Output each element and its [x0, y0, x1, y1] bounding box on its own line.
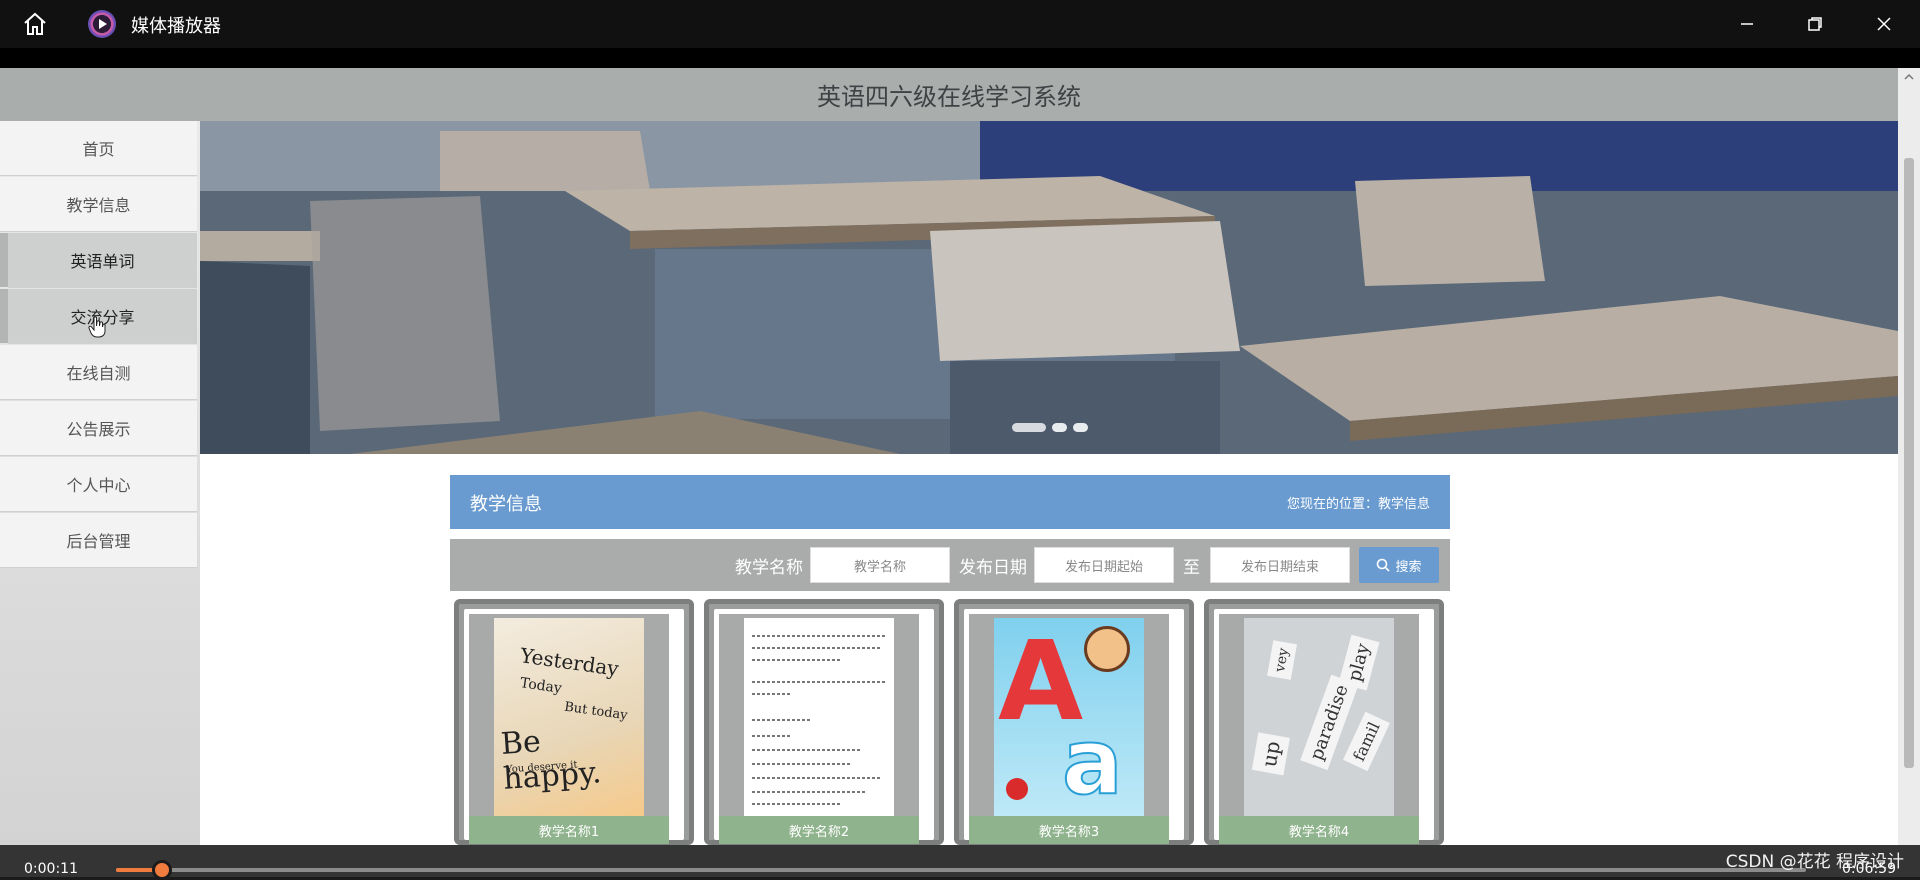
teaching-card-4[interactable]: up paradise play famil vey 教学名称4 [1204, 599, 1444, 845]
breadcrumb: 您现在的位置：教学信息 [1286, 497, 1430, 512]
player-titlebar: 媒体播放器 [0, 0, 1920, 48]
teaching-card-2[interactable]: 教学名称2 [704, 599, 944, 845]
name-search-input[interactable]: 教学名称 [810, 547, 950, 583]
classroom-desks-image [200, 121, 1898, 454]
video-frame: 英语四六级在线学习系统 首页 教学信息 英语单词 交流分享 在线自测 公告展示 … [0, 68, 1920, 845]
section-header: 教学信息 您现在的位置：教学信息 [450, 475, 1450, 529]
card-image-yesterday: Yesterday Today But today Be happy. You … [469, 614, 669, 844]
sidebar-item-personal-center[interactable]: 个人中心 [0, 457, 197, 512]
sidebar-item-self-test[interactable]: 在线自测 [0, 345, 197, 400]
search-icon [1377, 558, 1391, 572]
player-title: 媒体播放器 [131, 16, 221, 37]
to-label: 至 [1183, 558, 1200, 578]
watermark: CSDN @花花 程序设计 [1725, 852, 1904, 872]
site-header: 英语四六级在线学习系统 [0, 68, 1898, 121]
sidebar-item-english-words[interactable]: 英语单词 [0, 233, 197, 288]
card-image-alphabet: A a [969, 614, 1169, 844]
minimize-icon[interactable] [1732, 10, 1762, 38]
date-end-input[interactable]: 发布日期结束 [1210, 547, 1350, 583]
search-button-label: 搜索 [1395, 559, 1422, 575]
name-label: 教学名称 [735, 558, 803, 578]
card-label: 教学名称3 [969, 816, 1169, 844]
search-bar: 教学名称 教学名称 发布日期 发布日期起始 至 发布日期结束 搜索 [450, 539, 1450, 591]
letterbox-strip [0, 48, 1920, 68]
carousel-dot-2[interactable] [1052, 423, 1067, 432]
sidebar-item-admin[interactable]: 后台管理 [0, 513, 197, 568]
sidebar-item-teaching-info[interactable]: 教学信息 [0, 177, 197, 232]
kid-face-icon [1084, 626, 1130, 672]
card-label: 教学名称1 [469, 816, 669, 844]
section-title: 教学信息 [470, 494, 542, 515]
restore-icon[interactable] [1800, 10, 1830, 38]
hand-cursor-icon [88, 316, 106, 338]
card-image-document [719, 614, 919, 844]
apple-icon [1006, 778, 1028, 800]
current-time: 0:00:11 [24, 861, 78, 877]
progress-knob[interactable] [151, 860, 172, 880]
date-start-input[interactable]: 发布日期起始 [1034, 547, 1174, 583]
scroll-up-icon[interactable] [1904, 72, 1914, 82]
date-label: 发布日期 [959, 558, 1027, 578]
teaching-card-1[interactable]: Yesterday Today But today Be happy. You … [454, 599, 694, 845]
page-scrollbar[interactable] [1898, 68, 1920, 845]
carousel-dot-1[interactable] [1012, 423, 1046, 432]
play-icon [88, 10, 116, 38]
sidebar: 首页 教学信息 英语单词 交流分享 在线自测 公告展示 个人中心 后台管理 [0, 121, 200, 845]
card-label: 教学名称2 [719, 816, 919, 844]
card-image-word-cards: up paradise play famil vey [1219, 614, 1419, 844]
document-lines-image [752, 635, 886, 805]
main-content: 教学信息 您现在的位置：教学信息 教学名称 教学名称 发布日期 发布日期起始 至… [200, 454, 1898, 845]
search-button[interactable]: 搜索 [1359, 547, 1439, 583]
card-label: 教学名称4 [1219, 816, 1419, 844]
close-icon[interactable] [1869, 10, 1899, 38]
sidebar-item-home[interactable]: 首页 [0, 121, 197, 176]
sidebar-item-notices[interactable]: 公告展示 [0, 401, 197, 456]
teaching-card-3[interactable]: A a 教学名称3 [954, 599, 1194, 845]
carousel-dot-3[interactable] [1073, 423, 1088, 432]
progress-track[interactable] [116, 868, 1806, 872]
home-icon[interactable] [20, 10, 50, 38]
site-title: 英语四六级在线学习系统 [817, 83, 1081, 111]
player-controls: 0:00:11 0:06:59 CSDN @花花 程序设计 [0, 845, 1920, 880]
carousel-dots [1012, 423, 1088, 432]
scroll-thumb[interactable] [1904, 158, 1914, 768]
banner-carousel[interactable] [200, 121, 1898, 454]
